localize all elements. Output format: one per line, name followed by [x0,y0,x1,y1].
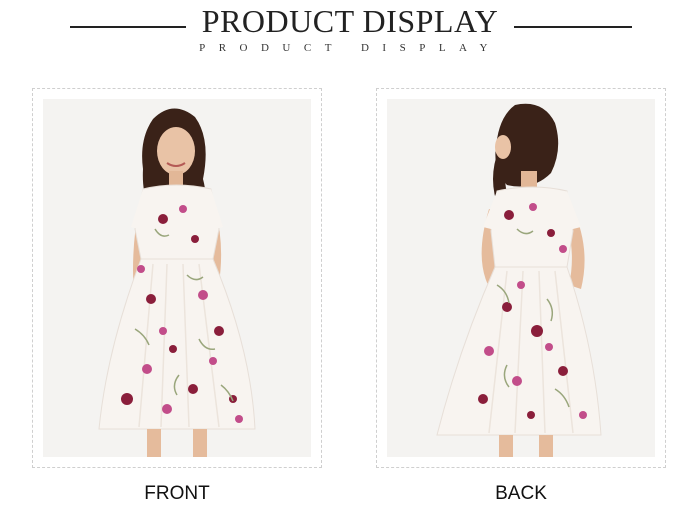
front-view-photo [43,99,311,457]
section-subtitle: PRODUCT DISPLAY [199,42,501,54]
section-header: PRODUCT DISPLAY PRODUCT DISPLAY [0,0,700,70]
front-model-illustration [43,99,311,457]
front-view-label: FRONT [144,483,210,504]
back-model-illustration [387,99,655,457]
front-view-frame [32,88,322,468]
header-rule-right [514,26,632,28]
back-view-photo [387,99,655,457]
back-view-label: BACK [495,483,547,504]
back-view-frame [376,88,666,468]
section-title: PRODUCT DISPLAY [201,3,499,39]
